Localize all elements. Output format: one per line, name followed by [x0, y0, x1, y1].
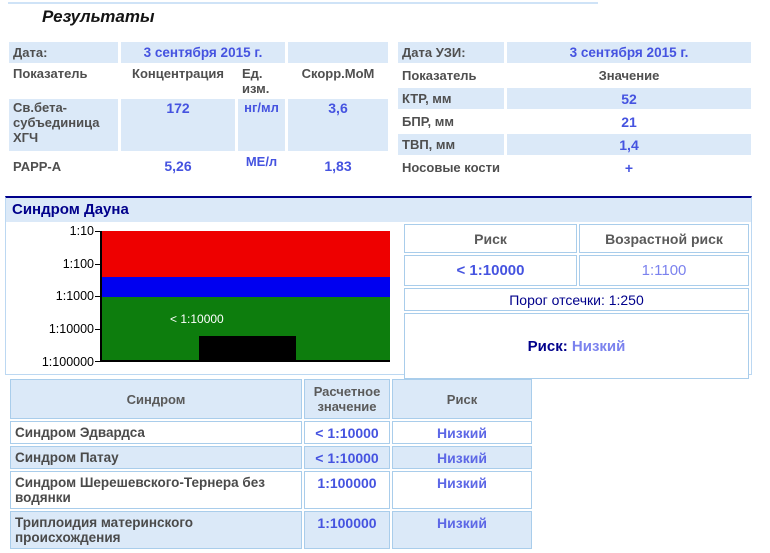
- col-header: Показатель: [402, 68, 477, 83]
- patient-risk-bar: [199, 336, 296, 360]
- table-row: КТР, мм 52: [398, 88, 751, 109]
- y-axis-tick-label: 1:1000: [55, 289, 94, 303]
- age-risk-value: 1:1100: [579, 255, 749, 286]
- col-header: Скорр.МоМ: [301, 66, 375, 81]
- results-page: Результаты Дата: 3 сентября 2015 г. Пока…: [0, 0, 770, 553]
- table-row: Св.бета-субъединица ХГЧ 172 нг/мл 3,6: [9, 99, 388, 151]
- patient-risk-bar-label: < 1:10000: [170, 312, 224, 326]
- syndrome-risk: Низкий: [392, 511, 532, 549]
- uzi-date-value: 3 сентября 2015 г.: [507, 42, 751, 63]
- empty-cell: [288, 42, 388, 63]
- syndrome-value: < 1:10000: [304, 421, 390, 444]
- param-value: 21: [621, 113, 637, 130]
- syndrome-risk: Низкий: [392, 471, 532, 509]
- cutoff-band: [102, 277, 390, 297]
- col-header: Расчетное значение: [304, 379, 390, 419]
- col-header: Риск: [392, 379, 532, 419]
- marker-name: PAPP-A: [13, 158, 62, 174]
- table-header-row: Показатель Значение: [398, 65, 751, 86]
- table-row: Дата: 3 сентября 2015 г.: [9, 42, 388, 63]
- syndrome-name: Синдром Эдвардса: [10, 421, 302, 444]
- col-header: Показатель: [13, 66, 88, 81]
- param-name: БПР, мм: [402, 114, 455, 129]
- y-axis-tick-label: 1:100000: [41, 355, 94, 369]
- col-header: Концентрация: [132, 66, 224, 81]
- table-row: Триплоидия материнского происхождения 1:…: [10, 511, 532, 549]
- syndrome-name: Триплоидия материнского происхождения: [10, 511, 302, 549]
- param-name: КТР, мм: [398, 88, 504, 109]
- age-risk-header: Возрастной риск: [579, 224, 749, 253]
- table-row: Носовые кости +: [398, 157, 751, 178]
- table-row: ТВП, мм 1,4: [398, 134, 751, 155]
- ultrasound-table: Дата УЗИ: 3 сентября 2015 г. Показатель …: [395, 40, 754, 180]
- param-value: 1,4: [507, 134, 751, 155]
- marker-name: Св.бета-субъединица ХГЧ: [9, 99, 118, 151]
- table-header-row: Синдром Расчетное значение Риск: [10, 379, 532, 419]
- syndrome-name: Синдром Шерешевского-Тернера без водянки: [10, 471, 302, 509]
- table-row: Синдром Патау < 1:10000 Низкий: [10, 446, 532, 469]
- table-row: PAPP-A 5,26 МЕ/л 1,83: [9, 153, 388, 179]
- param-name: Носовые кости: [402, 160, 500, 175]
- param-name: ТВП, мм: [398, 134, 504, 155]
- syndrome-name: Синдром Патау: [10, 446, 302, 469]
- risk-conclusion-value: Низкий: [571, 337, 626, 355]
- top-divider: [8, 2, 598, 4]
- downs-syndrome-section: Синдром Дауна 1:10 1:100 1:1000 1:10000 …: [5, 196, 752, 379]
- risk-header: Риск: [404, 224, 577, 253]
- marker-mom: 3,6: [288, 99, 388, 151]
- marker-concentration: 172: [121, 99, 235, 151]
- cutoff-text: Порог отсечки: 1:250: [404, 288, 749, 311]
- syndromes-table: Синдром Расчетное значение Риск Синдром …: [8, 377, 534, 551]
- table-header-row: Риск Возрастной риск: [404, 224, 749, 253]
- page-title: Результаты: [42, 7, 155, 26]
- col-header: Синдром: [10, 379, 302, 419]
- param-value: 52: [507, 88, 751, 109]
- risk-value: < 1:10000: [404, 255, 577, 286]
- table-row: Синдром Шерешевского-Тернера без водянки…: [10, 471, 532, 509]
- marker-unit: МЕ/л: [245, 154, 278, 169]
- y-axis-tick-label: 1:10000: [48, 322, 94, 336]
- table-row: Синдром Эдвардса < 1:10000 Низкий: [10, 421, 532, 444]
- marker-concentration: 5,26: [164, 158, 192, 174]
- table-row: Дата УЗИ: 3 сентября 2015 г.: [398, 42, 751, 63]
- col-header: Значение: [598, 68, 660, 83]
- table-header-row: Показатель Концентрация Ед. изм. Скорр.М…: [9, 65, 388, 97]
- risk-conclusion-label: Риск:: [527, 337, 568, 355]
- date-value: 3 сентября 2015 г.: [121, 42, 285, 63]
- col-header: Ед. изм.: [242, 66, 270, 96]
- marker-mom: 1,83: [324, 158, 352, 174]
- biochem-table: Дата: 3 сентября 2015 г. Показатель Конц…: [6, 40, 391, 181]
- date-label: Дата:: [9, 42, 118, 63]
- table-row: Риск: Низкий: [404, 313, 749, 379]
- section-title: Синдром Дауна: [6, 198, 751, 222]
- table-row: < 1:10000 1:1100: [404, 255, 749, 286]
- syndrome-risk: Низкий: [392, 421, 532, 444]
- uzi-date-label: Дата УЗИ:: [398, 42, 504, 63]
- syndrome-value: 1:100000: [304, 511, 390, 549]
- table-row: БПР, мм 21: [398, 111, 751, 132]
- param-value: +: [624, 159, 634, 176]
- table-row: Порог отсечки: 1:250: [404, 288, 749, 311]
- syndrome-value: 1:100000: [304, 471, 390, 509]
- y-axis-tick-label: 1:10: [69, 224, 94, 238]
- risk-conclusion: Риск: Низкий: [404, 313, 749, 379]
- syndrome-value: < 1:10000: [304, 446, 390, 469]
- syndrome-risk: Низкий: [392, 446, 532, 469]
- marker-unit: нг/мл: [238, 99, 285, 151]
- risk-summary-table: Риск Возрастной риск < 1:10000 1:1100 По…: [402, 222, 751, 381]
- high-risk-band: [102, 231, 390, 277]
- y-axis-tick-label: 1:100: [62, 257, 94, 271]
- risk-chart: < 1:10000: [100, 231, 390, 362]
